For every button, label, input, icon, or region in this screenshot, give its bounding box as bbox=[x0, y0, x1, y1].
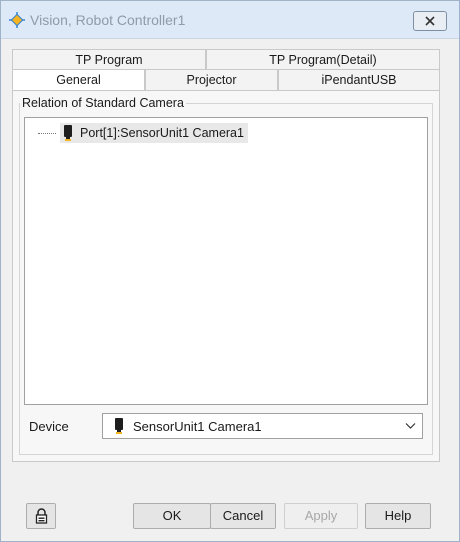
tab-tp-program[interactable]: TP Program bbox=[12, 49, 206, 70]
relation-group-label: Relation of Standard Camera bbox=[20, 96, 186, 110]
apply-button[interactable]: Apply bbox=[284, 503, 358, 529]
lock-icon bbox=[35, 508, 48, 524]
tree-item[interactable]: Port[1]:SensorUnit1 Camera1 bbox=[60, 123, 248, 143]
crosshair-icon bbox=[9, 12, 25, 28]
tab-projector[interactable]: Projector bbox=[145, 69, 278, 90]
tab-row-back: TP Program TP Program(Detail) bbox=[12, 49, 440, 70]
device-label: Device bbox=[29, 419, 69, 434]
tab-tp-program-detail[interactable]: TP Program(Detail) bbox=[206, 49, 440, 70]
device-selected-value: SensorUnit1 Camera1 bbox=[133, 418, 262, 434]
tab-general[interactable]: General bbox=[12, 69, 145, 91]
camera-tree[interactable]: Port[1]:SensorUnit1 Camera1 bbox=[24, 117, 428, 405]
tab-ipendantusb[interactable]: iPendantUSB bbox=[278, 69, 440, 90]
window-title: Vision, Robot Controller1 bbox=[30, 12, 186, 28]
chevron-down-icon bbox=[405, 423, 416, 429]
close-icon bbox=[425, 16, 435, 26]
camera-icon bbox=[115, 418, 123, 434]
tree-connector bbox=[38, 133, 56, 134]
close-button[interactable] bbox=[413, 11, 447, 31]
device-dropdown[interactable]: SensorUnit1 Camera1 bbox=[102, 413, 423, 439]
camera-icon bbox=[64, 125, 72, 141]
tree-item-label: Port[1]:SensorUnit1 Camera1 bbox=[80, 126, 244, 140]
lock-button[interactable] bbox=[26, 503, 56, 529]
help-button[interactable]: Help bbox=[365, 503, 431, 529]
dialog-window: Vision, Robot Controller1 TP Program TP … bbox=[0, 0, 460, 542]
title-bar: Vision, Robot Controller1 bbox=[1, 1, 459, 39]
cancel-button[interactable]: Cancel bbox=[210, 503, 276, 529]
ok-button[interactable]: OK bbox=[133, 503, 211, 529]
tab-row-front: General Projector iPendantUSB bbox=[12, 69, 440, 91]
